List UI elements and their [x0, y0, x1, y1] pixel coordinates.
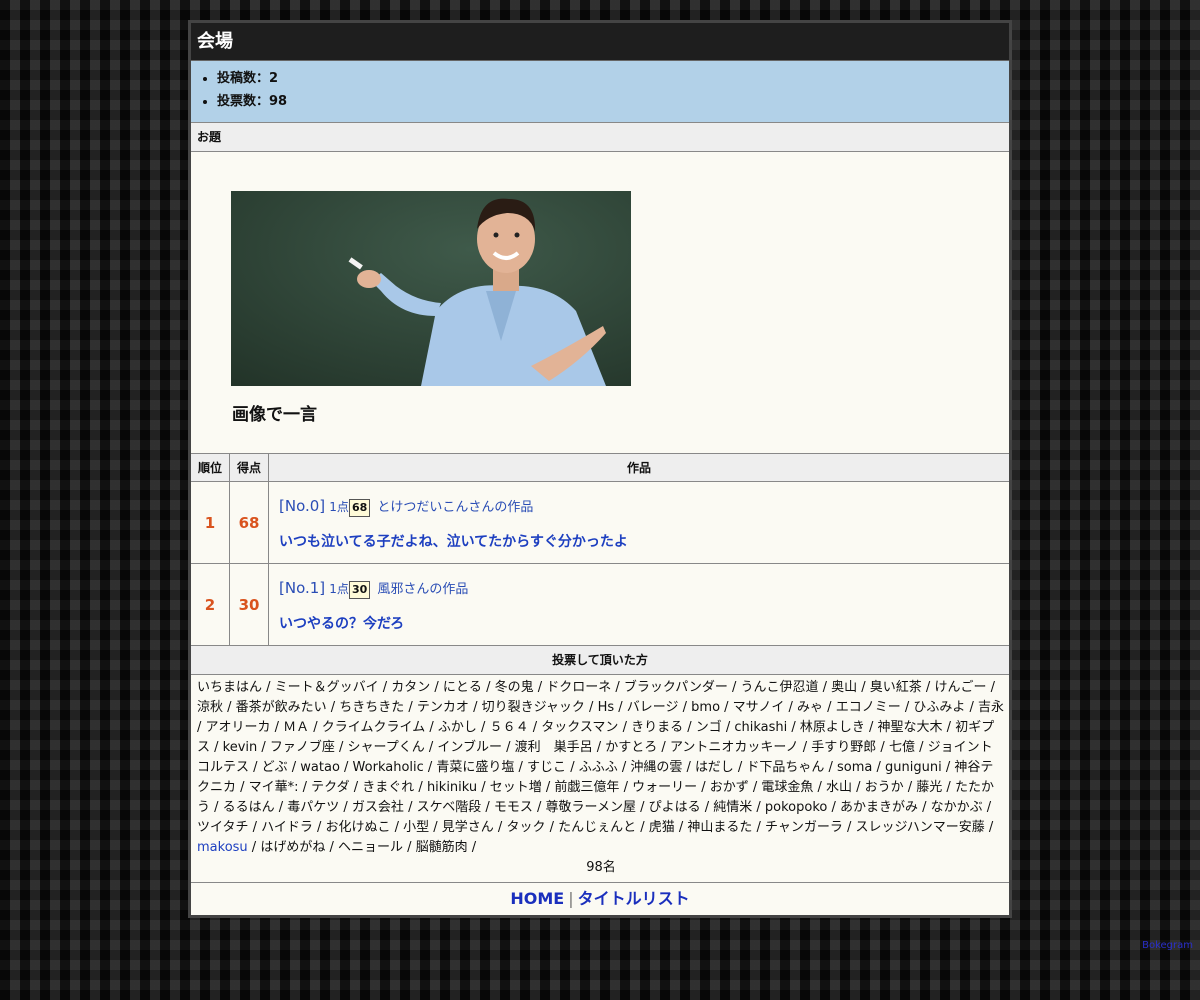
home-link[interactable]: HOME — [510, 889, 564, 908]
score-badge: 68 — [348, 499, 371, 517]
title-list-link[interactable]: タイトルリスト — [578, 889, 690, 908]
page-title: 会場 — [191, 23, 1009, 61]
score-value: 30 — [229, 563, 269, 646]
work-title-link[interactable]: いつも泣いてる子だよね、泣いてたからすぐ分かったよ — [279, 531, 1009, 551]
point-label: 1点 — [329, 582, 349, 596]
odai-section: 画像で一言 — [191, 152, 1009, 454]
work-cell: [No.0] 1点 68 とけつだいこんさんの作品 いつも泣いてる子だよね、泣いて… — [268, 481, 1009, 564]
post-count: 投稿数：2 — [217, 67, 1009, 90]
work-column-header: 作品 — [268, 454, 1009, 482]
teacher-at-chalkboard-image — [231, 191, 631, 386]
voter-list: いちまはん / ミート＆グッバイ / カタン / にとる / 冬の鬼 / ドクロ… — [197, 680, 1004, 835]
rank-value: 1 — [191, 481, 230, 564]
odai-photo — [231, 191, 631, 386]
score-value: 68 — [229, 481, 269, 564]
author-link[interactable]: 風邪さんの作品 — [377, 582, 468, 597]
point-label: 1点 — [329, 500, 349, 514]
work-number-link[interactable]: [No.1] — [279, 579, 325, 597]
voters-heading: 投票して頂いた方 — [191, 646, 1009, 675]
odai-caption: 画像で一言 — [232, 405, 317, 425]
stats-list: 投稿数：2 投票数：98 — [191, 67, 1009, 113]
voter-link[interactable]: makosu — [197, 840, 248, 855]
ranking-table: 順位 得点 作品 1 68 [No.0] 1点 68 とけつだいこんさんの作品 い… — [191, 454, 1009, 646]
stats-panel: 投稿数：2 投票数：98 — [191, 61, 1009, 123]
footer-nav: HOME | タイトルリスト — [191, 883, 1009, 915]
author-link[interactable]: とけつだいこんさんの作品 — [377, 500, 533, 515]
work-title-link[interactable]: いつやるの？今だろ — [279, 613, 1009, 633]
voter-count: 98名 — [586, 860, 616, 875]
nav-separator: | — [568, 889, 574, 908]
score-badge: 30 — [348, 581, 371, 599]
main-frame: 会場 投稿数：2 投票数：98 お題 — [188, 20, 1012, 918]
rank-column-header: 順位 — [191, 454, 230, 482]
credit-link[interactable]: Bokegram — [1142, 940, 1193, 951]
vote-count: 投票数：98 — [217, 90, 1009, 113]
work-meta: [No.0] 1点 68 とけつだいこんさんの作品 — [279, 496, 1009, 517]
work-meta: [No.1] 1点 30 風邪さんの作品 — [279, 578, 1009, 599]
rank-value: 2 — [191, 563, 230, 646]
ranking-row: 1 68 [No.0] 1点 68 とけつだいこんさんの作品 いつも泣いてる子だよ… — [191, 481, 1009, 564]
score-column-header: 得点 — [229, 454, 269, 482]
ranking-header-row: 順位 得点 作品 — [191, 454, 1009, 482]
voters-section: いちまはん / ミート＆グッバイ / カタン / にとる / 冬の鬼 / ドクロ… — [191, 675, 1009, 883]
odai-heading: お題 — [191, 123, 1009, 152]
voter-list-tail: / はげめがね / ヘニョール / 脳髄筋肉 / — [247, 840, 477, 855]
work-cell: [No.1] 1点 30 風邪さんの作品 いつやるの？今だろ — [268, 563, 1009, 646]
work-number-link[interactable]: [No.0] — [279, 497, 325, 515]
ranking-row: 2 30 [No.1] 1点 30 風邪さんの作品 いつやるの？今だろ — [191, 563, 1009, 646]
